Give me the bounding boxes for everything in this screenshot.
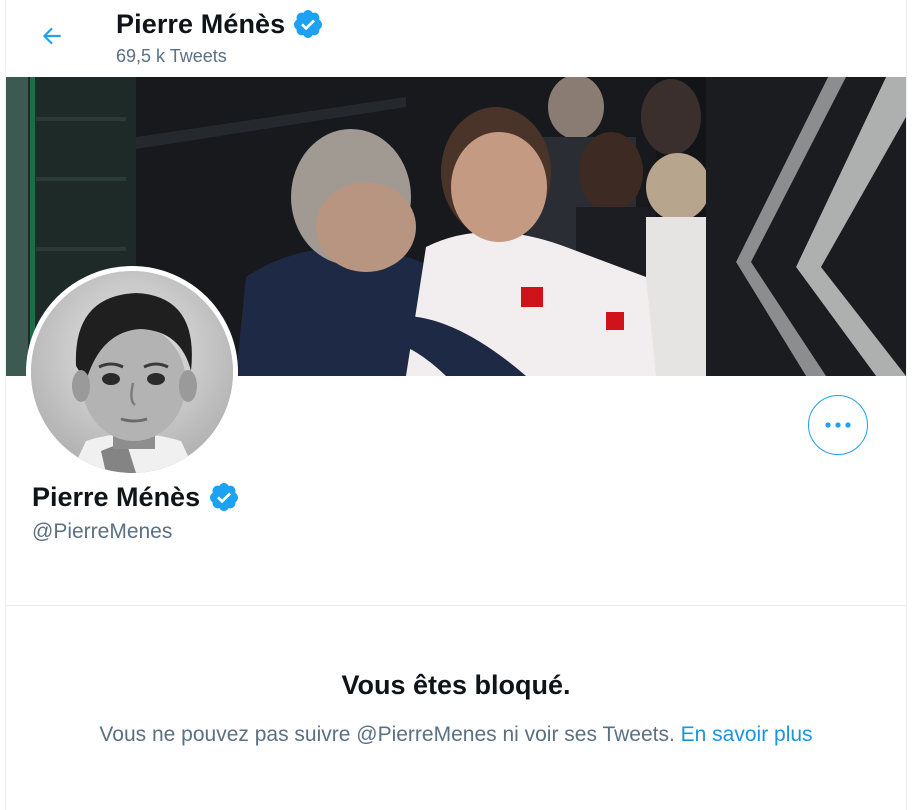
profile-page: Pierre Ménès 69,5 k Tweets Pierre Ménès …	[5, 0, 907, 810]
tweet-count: 69,5 k Tweets	[116, 46, 227, 66]
avatar[interactable]	[26, 266, 238, 478]
learn-more-link[interactable]: En savoir plus	[681, 723, 813, 746]
blocked-message-text: Vous ne pouvez pas suivre @PierreMenes n…	[99, 723, 675, 746]
profile-handle: @PierreMenes	[32, 520, 173, 543]
verified-badge-icon	[210, 483, 239, 511]
more-dots-icon	[825, 422, 851, 428]
section-divider	[6, 605, 906, 606]
verified-badge-icon	[294, 10, 323, 38]
blocked-message: Vous ne pouvez pas suivre @PierreMenes n…	[6, 723, 906, 747]
header-name: Pierre Ménès	[116, 8, 286, 39]
avatar-image	[31, 271, 233, 473]
header-title: Pierre Ménès	[116, 8, 324, 40]
more-options-button[interactable]	[808, 395, 868, 455]
top-header: Pierre Ménès 69,5 k Tweets	[6, 0, 906, 77]
blocked-title: Vous êtes bloqué.	[341, 670, 571, 700]
back-button[interactable]	[32, 16, 72, 56]
arrow-left-icon	[42, 27, 61, 45]
profile-name: Pierre Ménès	[32, 481, 201, 512]
profile-name-row: Pierre Ménès	[32, 481, 240, 513]
